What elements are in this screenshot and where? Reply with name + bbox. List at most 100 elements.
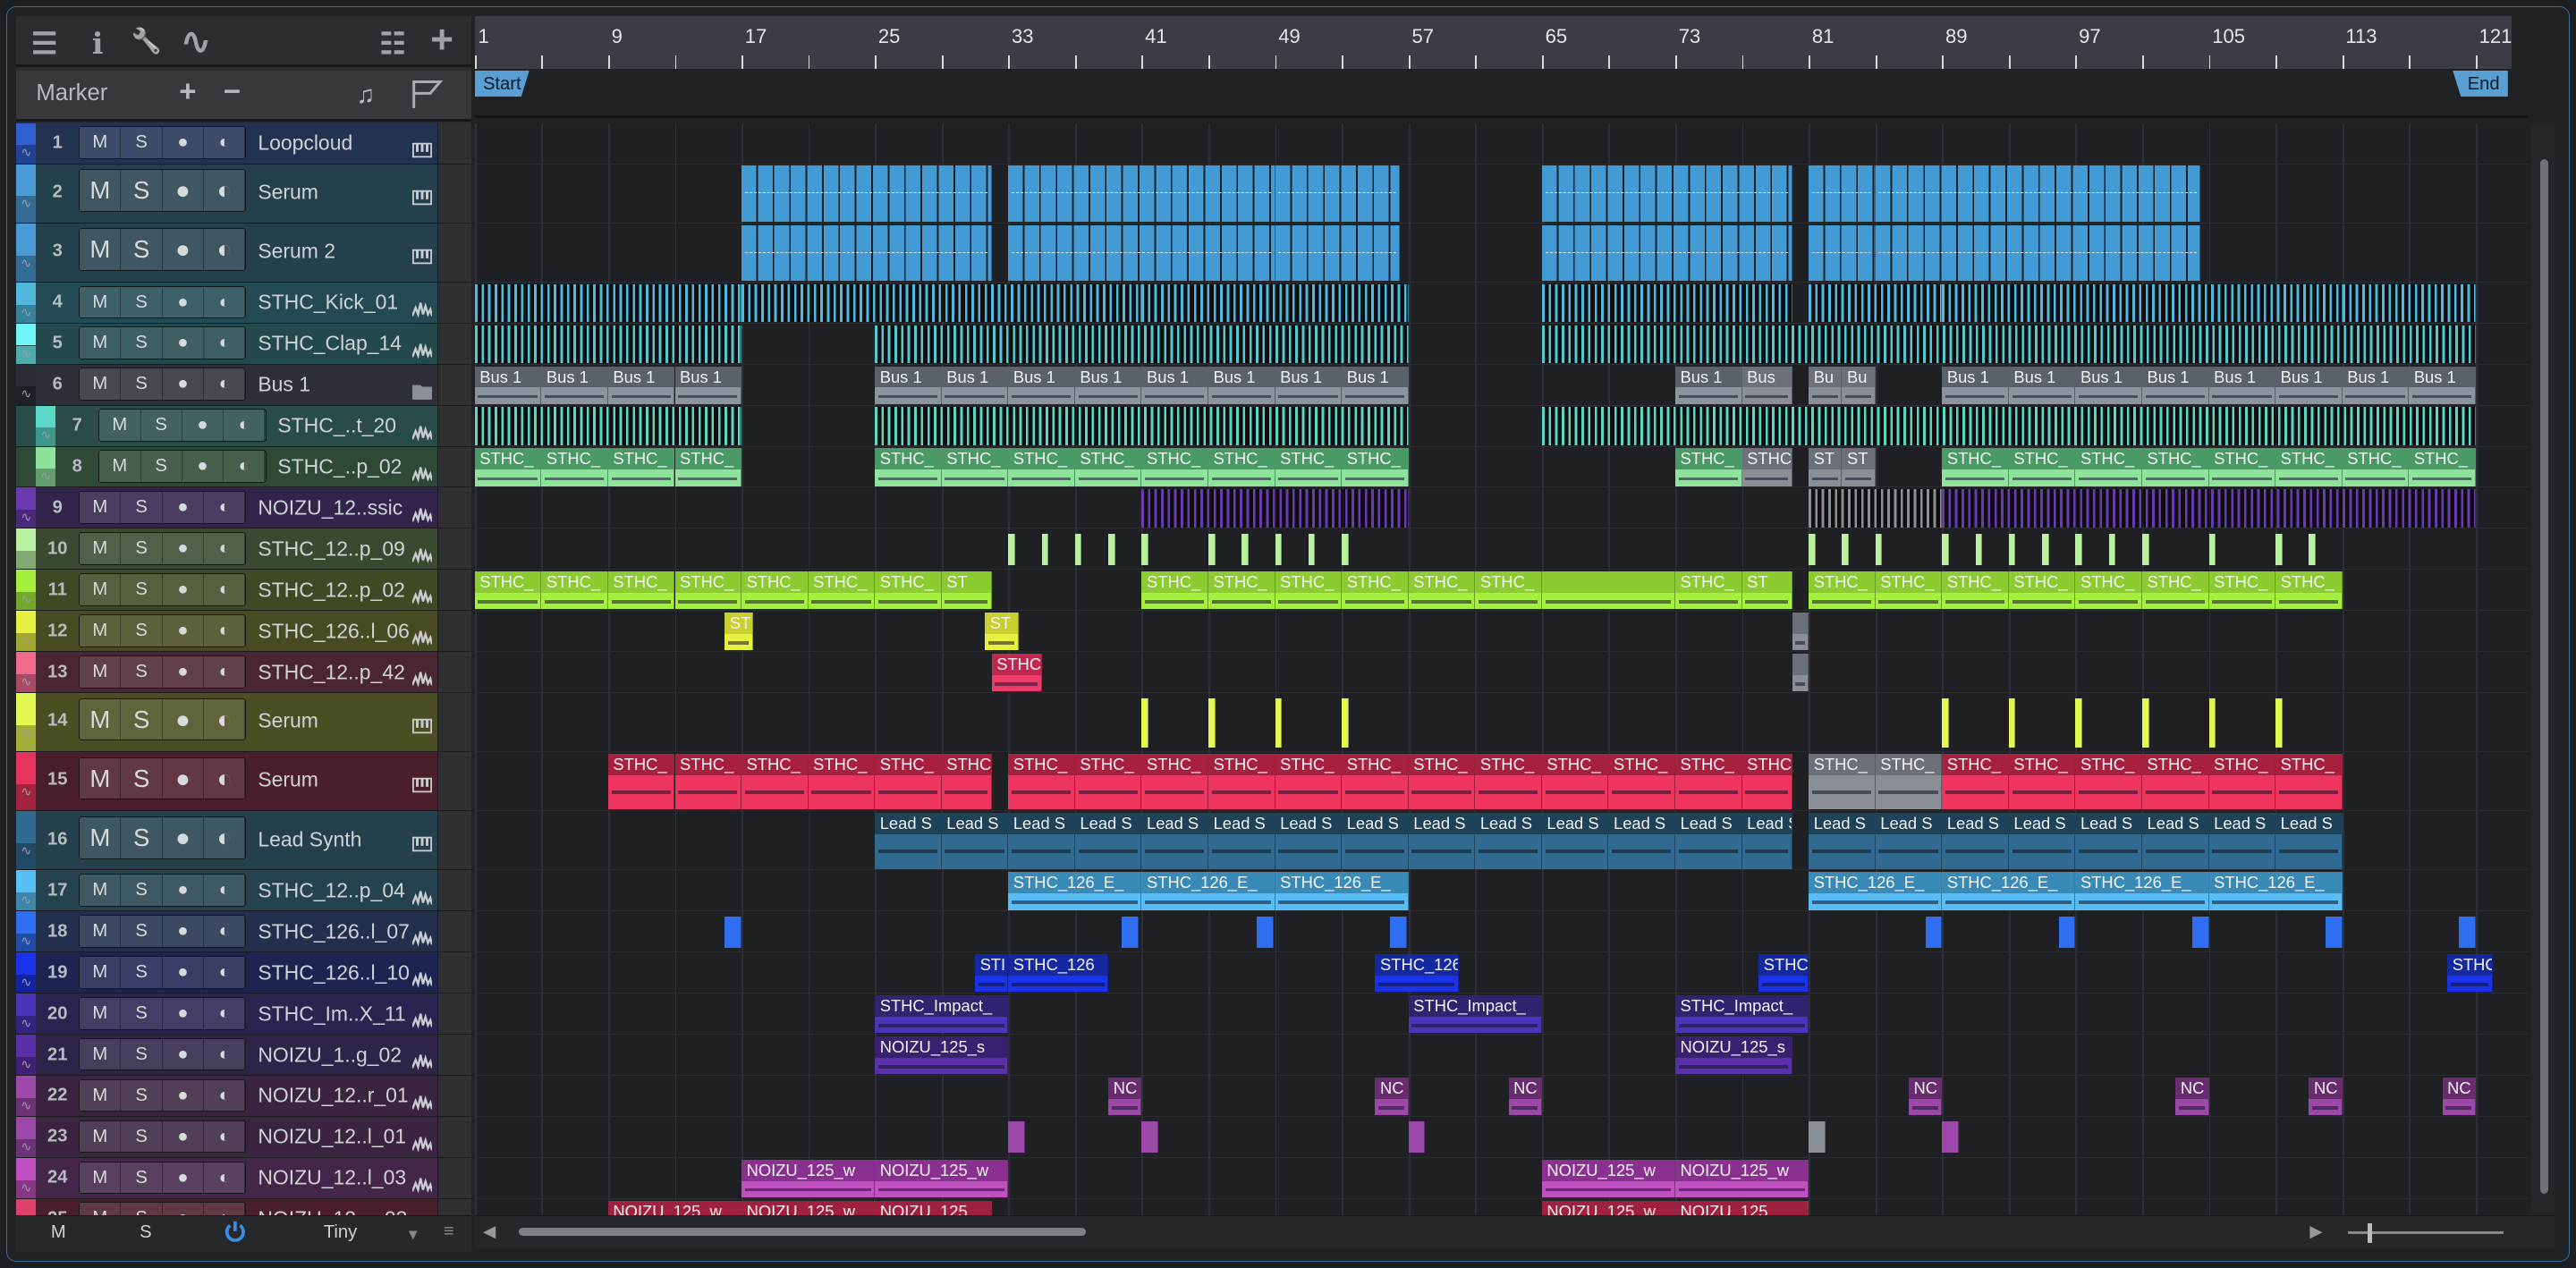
clip[interactable]: NC: [1909, 1077, 1943, 1116]
solo-button[interactable]: S: [121, 997, 163, 1029]
track-name[interactable]: NOIZU_12..ssic: [258, 495, 402, 520]
clip[interactable]: STHC_: [2008, 571, 2076, 610]
track-lane[interactable]: Bus 1 Bus 1 Bus 1 Bus 1 Bus 1 Bus 1 Bus 1 Bus 1…: [474, 365, 2529, 406]
track-color-strip[interactable]: ∿: [16, 752, 37, 811]
clip[interactable]: STHC_: [2208, 571, 2276, 610]
track-color-strip[interactable]: ∿: [16, 164, 37, 223]
mute-button[interactable]: M: [80, 757, 122, 799]
clip[interactable]: STHC_: [1408, 754, 1476, 810]
clip[interactable]: STHC_: [1074, 754, 1142, 810]
event-blip[interactable]: [2042, 533, 2049, 565]
event-blip[interactable]: [1809, 533, 1816, 565]
clip[interactable]: Lead S: [941, 813, 1009, 869]
monitor-button[interactable]: ◐: [204, 614, 246, 647]
clip[interactable]: NC: [1108, 1077, 1142, 1116]
clip[interactable]: STHC_: [1475, 754, 1542, 810]
track-color-strip[interactable]: ∿: [16, 1076, 37, 1116]
clip[interactable]: Bus 1: [2142, 366, 2209, 404]
clip[interactable]: NC: [2175, 1077, 2209, 1116]
automation-icon[interactable]: ∿: [16, 196, 37, 223]
track-color-strip[interactable]: ∿: [16, 1198, 37, 1216]
automation-icon[interactable]: ∿: [16, 632, 37, 652]
power-icon[interactable]: [224, 1220, 247, 1248]
solo-button[interactable]: S: [121, 1203, 163, 1216]
solo-button[interactable]: S: [121, 492, 163, 523]
clip[interactable]: STHC_: [741, 571, 809, 610]
clip[interactable]: STHC_: [2142, 448, 2209, 486]
event-blip[interactable]: [1008, 1121, 1025, 1154]
event-blip[interactable]: [1108, 533, 1115, 565]
add-track-icon[interactable]: +: [430, 18, 453, 63]
track-header[interactable]: ∿25MS●◐ NOIZU_12..._03: [16, 1198, 472, 1216]
record-arm-button[interactable]: ●: [162, 573, 205, 605]
track-header[interactable]: ∿ 10 M S ● ◐ STHC_12..p_09: [16, 528, 472, 571]
clip[interactable]: STHC_: [1809, 571, 1876, 610]
clip[interactable]: NOIZU_125_s: [1675, 1036, 1792, 1075]
clip[interactable]: STHC_: [1342, 754, 1409, 810]
mute-button[interactable]: M: [80, 1203, 122, 1216]
clip[interactable]: STHC_: [1875, 571, 1943, 610]
event-blip[interactable]: [1842, 533, 1849, 565]
record-arm-button[interactable]: ●: [162, 170, 205, 211]
clip[interactable]: STHC_Impact_: [875, 995, 1009, 1034]
solo-button[interactable]: S: [121, 757, 163, 799]
monitor-button[interactable]: ◐: [204, 533, 246, 564]
clip[interactable]: STHC_Impact_: [1408, 995, 1542, 1034]
clip[interactable]: Lead S: [1541, 813, 1609, 869]
track-header[interactable]: ∿ 1 M S ● ◐ Loopcloud: [16, 123, 472, 165]
track-color-strip[interactable]: ∿: [16, 570, 37, 611]
track-name[interactable]: STHC_126..l_06: [258, 619, 410, 643]
monitor-button[interactable]: ◐: [204, 286, 246, 318]
track-color-strip[interactable]: ∿: [16, 870, 37, 911]
clip[interactable]: STHC_: [474, 571, 542, 610]
clip[interactable]: Bus 1: [2075, 366, 2143, 404]
automation-icon[interactable]: ∿: [16, 255, 37, 282]
clip[interactable]: STHC_: [1942, 571, 2009, 610]
clip[interactable]: ST: [941, 571, 992, 610]
event-blip[interactable]: [2191, 916, 2209, 948]
clip[interactable]: STHC: [1741, 448, 1792, 486]
wrench-icon[interactable]: 🔧: [131, 26, 162, 55]
track-color-strip[interactable]: ∿: [16, 364, 37, 405]
solo-button[interactable]: S: [121, 368, 163, 401]
clip[interactable]: NOIZU_125_w: [1675, 1159, 1809, 1197]
clip[interactable]: STHC_: [1141, 448, 1209, 486]
clip[interactable]: Lead S: [2142, 813, 2209, 869]
clip[interactable]: [1942, 283, 2343, 322]
clip[interactable]: [1275, 224, 1401, 282]
track-header[interactable]: ∿ 16 M S ● ◐ Lead Synth: [16, 811, 472, 871]
clip[interactable]: Lead S: [1475, 813, 1542, 869]
track-lane[interactable]: [474, 487, 2529, 529]
monitor-button[interactable]: ◐: [204, 1120, 246, 1153]
monitor-button[interactable]: ◐: [204, 1079, 246, 1112]
clip[interactable]: STHC_: [1342, 448, 1409, 486]
track-header[interactable]: ∿ 11 M S ● ◐ STHC_12..p_02: [16, 570, 472, 612]
track-lane[interactable]: ST ST: [474, 611, 2529, 653]
clip[interactable]: STHC_: [875, 571, 942, 610]
monitor-button[interactable]: ◐: [204, 327, 246, 359]
track-header[interactable]: ∿ 24 M S ● ◐ NOIZU_12..l_03: [16, 1157, 472, 1199]
clip[interactable]: STHC_: [2208, 448, 2276, 486]
track-lane[interactable]: STHC_ STHC_ STHC_ STHC_ STHC_ STHC_ STHC_ ST STH…: [474, 570, 2529, 612]
track-color-strip[interactable]: ∿: [16, 1035, 37, 1075]
clip[interactable]: STHC: [1741, 754, 1792, 810]
track-header[interactable]: ∿ 5 M S ● ◐ STHC_Clap_14: [16, 323, 472, 365]
record-arm-button[interactable]: ●: [162, 916, 205, 947]
clip[interactable]: [1809, 165, 1876, 222]
clip[interactable]: NOIZU_125_w: [741, 1159, 876, 1197]
track-color-strip[interactable]: ∿: [16, 993, 37, 1035]
clip[interactable]: STHC_: [1208, 448, 1275, 486]
clip[interactable]: STHC_: [1675, 448, 1742, 486]
clip[interactable]: NC: [2309, 1077, 2343, 1116]
track-lane[interactable]: [474, 283, 2529, 324]
record-arm-button[interactable]: ●: [162, 1038, 205, 1070]
clip[interactable]: NOIZU_125_w: [1541, 1159, 1676, 1197]
clip[interactable]: Lead S: [1608, 813, 1676, 869]
track-color-strip[interactable]: ∿: [16, 123, 37, 164]
track-lane[interactable]: [474, 406, 2529, 447]
clip[interactable]: [1792, 653, 1809, 692]
record-arm-button[interactable]: ●: [162, 229, 205, 271]
clip[interactable]: Bus 1: [1342, 366, 1409, 404]
clip[interactable]: Bus 1: [875, 366, 942, 404]
vertical-scrollbar[interactable]: [2531, 123, 2555, 1216]
